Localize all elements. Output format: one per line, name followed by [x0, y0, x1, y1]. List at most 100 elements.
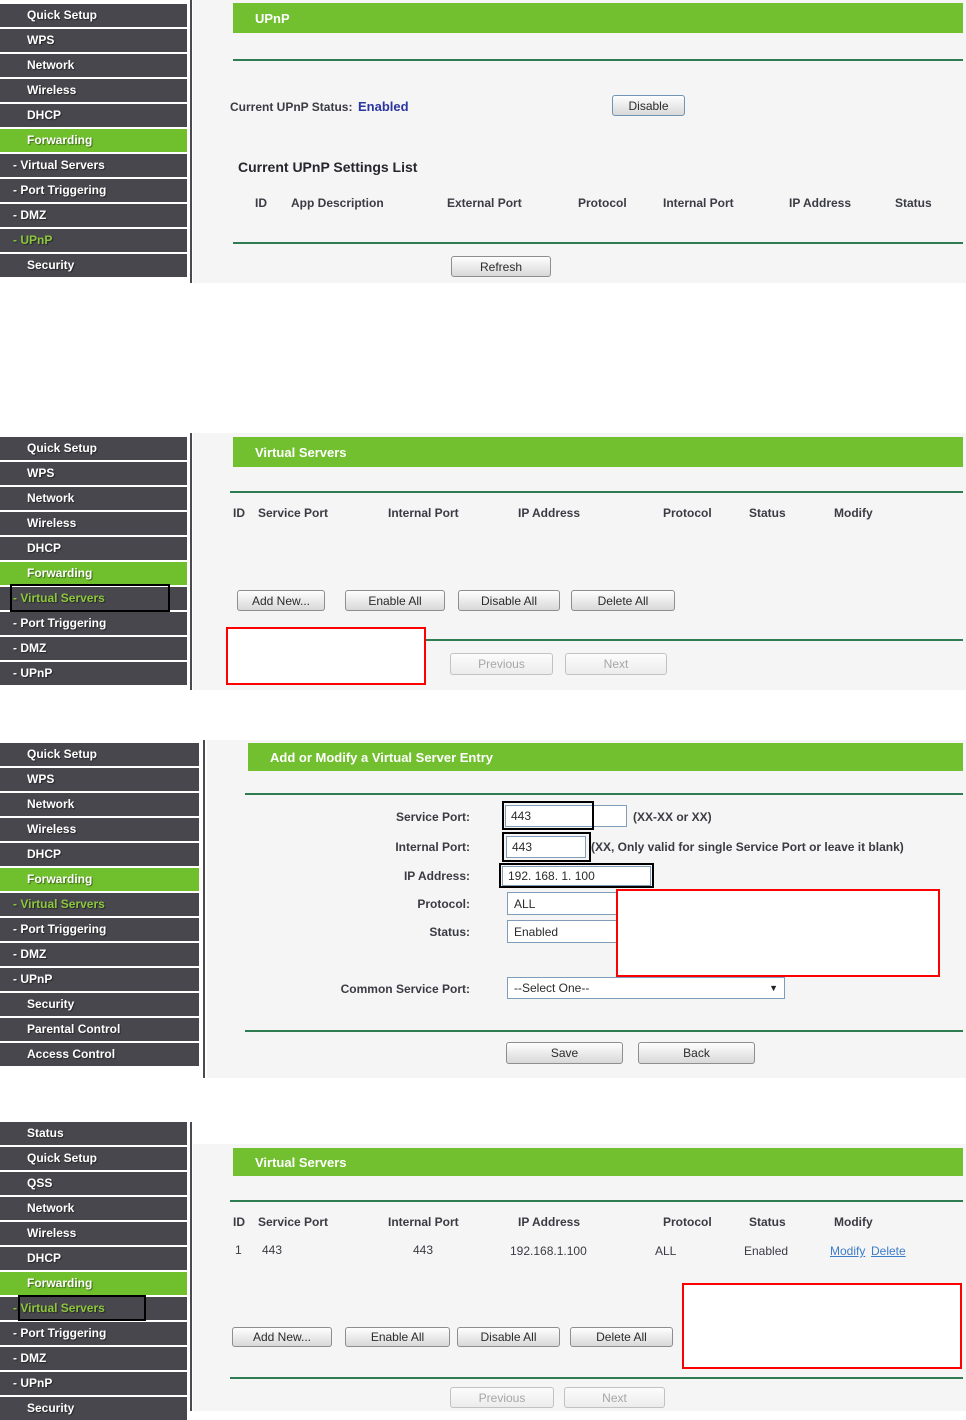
sidebar-item-security[interactable]: Security [0, 993, 199, 1016]
virtual-servers-page-background-2 [193, 1144, 966, 1411]
common-service-port-select[interactable]: --Select One-- ▼ [507, 977, 785, 999]
next-button[interactable]: Next [565, 653, 667, 675]
row-cell-internal-port: 443 [413, 1243, 434, 1257]
ip-address-input[interactable] [502, 866, 651, 886]
sidebar-item-virtual-servers[interactable]: - Virtual Servers [0, 154, 187, 177]
modify-link[interactable]: Modify [830, 1244, 865, 1258]
common-service-port-select-value: --Select One-- [514, 981, 590, 995]
sidebar-item-qss[interactable]: QSS [0, 1172, 187, 1195]
delete-all-button[interactable]: Delete All [571, 590, 675, 611]
sidebar-item-dmz[interactable]: - DMZ [0, 1347, 187, 1370]
enable-all-button[interactable]: Enable All [345, 590, 445, 611]
protocol-label: Protocol: [417, 897, 470, 911]
page-title-add-modify: Add or Modify a Virtual Server Entry [248, 743, 963, 771]
sidebar-item-forwarding[interactable]: Forwarding [0, 1272, 187, 1295]
separator-line [245, 1030, 963, 1032]
disable-all-button[interactable]: Disable All [457, 1327, 560, 1347]
sidebar-item-upnp[interactable]: - UPnP [0, 1372, 187, 1395]
sidebar-item-network[interactable]: Network [0, 793, 199, 816]
save-button[interactable]: Save [506, 1042, 623, 1064]
add-new-button[interactable]: Add New... [237, 590, 325, 611]
sidebar-item-wireless[interactable]: Wireless [0, 512, 187, 535]
delete-all-button[interactable]: Delete All [570, 1327, 673, 1347]
column-header-app-description: App Description [291, 196, 384, 210]
sidebar-item-network[interactable]: Network [0, 487, 187, 510]
column-header-modify: Modify [834, 1215, 873, 1229]
previous-button[interactable]: Previous [450, 1387, 554, 1408]
internal-port-input[interactable] [506, 836, 586, 858]
sidebar-item-port-triggering[interactable]: - Port Triggering [0, 1322, 187, 1345]
sidebar-item-port-triggering[interactable]: - Port Triggering [0, 918, 199, 941]
sidebar-item-virtual-servers[interactable]: - Virtual Servers [0, 587, 187, 610]
sidebar-item-quick-setup[interactable]: Quick Setup [0, 437, 187, 460]
sidebar-item-upnp[interactable]: - UPnP [0, 662, 187, 685]
column-header-service-port: Service Port [258, 1215, 329, 1229]
sidebar-item-wps[interactable]: WPS [0, 462, 187, 485]
service-port-input[interactable] [505, 805, 627, 827]
sidebar-item-security[interactable]: Security [0, 1397, 187, 1420]
sidebar-item-quick-setup[interactable]: Quick Setup [0, 743, 199, 766]
column-header-ip-address: IP Address [518, 1215, 581, 1229]
sidebar-item-dhcp[interactable]: DHCP [0, 843, 199, 866]
sidebar-item-forwarding[interactable]: Forwarding [0, 129, 187, 152]
separator-line [233, 59, 963, 61]
previous-button[interactable]: Previous [450, 653, 553, 675]
column-header-id: ID [233, 1215, 245, 1229]
ip-address-label: IP Address: [403, 869, 470, 883]
sidebar-item-virtual-servers[interactable]: - Virtual Servers [0, 893, 199, 916]
upnp-status-label: Current UPnP Status: [230, 100, 353, 114]
sidebar-item-parental-control[interactable]: Parental Control [0, 1018, 199, 1041]
sidebar-item-network[interactable]: Network [0, 1197, 187, 1220]
sidebar-item-dhcp[interactable]: DHCP [0, 1247, 187, 1270]
sidebar-item-dmz[interactable]: - DMZ [0, 943, 199, 966]
sidebar-item-forwarding[interactable]: Forwarding [0, 562, 187, 585]
sidebar-item-virtual-servers[interactable]: - Virtual Servers [0, 1297, 187, 1320]
add-new-button[interactable]: Add New... [232, 1327, 332, 1347]
upnp-page-background [193, 0, 966, 283]
delete-link[interactable]: Delete [871, 1244, 906, 1258]
dropdown-arrow-icon: ▼ [769, 983, 778, 993]
page-title-virtual-servers-2: Virtual Servers [233, 1148, 963, 1176]
sidebar-item-access-control[interactable]: Access Control [0, 1043, 199, 1066]
separator-line [230, 1200, 963, 1202]
annotation-red-box-1 [226, 627, 426, 685]
sidebar-item-network[interactable]: Network [0, 54, 187, 77]
row-cell-id: 1 [235, 1243, 242, 1257]
sidebar-item-status[interactable]: Status [0, 1122, 187, 1145]
status-label: Status: [429, 925, 470, 939]
sidebar-item-security[interactable]: Security [0, 254, 187, 277]
enable-all-button[interactable]: Enable All [345, 1327, 450, 1347]
disable-button[interactable]: Disable [612, 95, 685, 116]
sidebar-item-forwarding[interactable]: Forwarding [0, 868, 199, 891]
column-header-internal-port: Internal Port [663, 196, 734, 210]
column-header-internal-port: Internal Port [388, 506, 459, 520]
page-title-virtual-servers: Virtual Servers [233, 437, 963, 467]
disable-all-button[interactable]: Disable All [458, 590, 560, 611]
sidebar-item-wps[interactable]: WPS [0, 29, 187, 52]
separator-line [245, 793, 963, 795]
sidebar-item-dmz[interactable]: - DMZ [0, 637, 187, 660]
refresh-button[interactable]: Refresh [451, 256, 551, 277]
row-cell-protocol: ALL [655, 1244, 677, 1258]
common-service-port-label: Common Service Port: [340, 982, 470, 996]
separator-line [230, 1377, 963, 1379]
sidebar-item-dhcp[interactable]: DHCP [0, 537, 187, 560]
next-button[interactable]: Next [564, 1387, 665, 1408]
sidebar-item-wireless[interactable]: Wireless [0, 818, 199, 841]
sidebar-item-dhcp[interactable]: DHCP [0, 104, 187, 127]
sidebar-item-wps[interactable]: WPS [0, 768, 199, 791]
sidebar-item-wireless[interactable]: Wireless [0, 79, 187, 102]
sidebar-item-wireless[interactable]: Wireless [0, 1222, 187, 1245]
back-button[interactable]: Back [638, 1042, 755, 1064]
sidebar-item-port-triggering[interactable]: - Port Triggering [0, 612, 187, 635]
column-header-modify: Modify [834, 506, 873, 520]
sidebar-divider-1 [190, 0, 192, 283]
sidebar-item-upnp[interactable]: - UPnP [0, 968, 199, 991]
sidebar-divider-4 [190, 1122, 192, 1411]
sidebar-item-dmz[interactable]: - DMZ [0, 204, 187, 227]
sidebar-item-quick-setup[interactable]: Quick Setup [0, 4, 187, 27]
sidebar-item-quick-setup[interactable]: Quick Setup [0, 1147, 187, 1170]
sidebar-item-port-triggering[interactable]: - Port Triggering [0, 179, 187, 202]
column-header-internal-port: Internal Port [388, 1215, 459, 1229]
sidebar-item-upnp[interactable]: - UPnP [0, 229, 187, 252]
